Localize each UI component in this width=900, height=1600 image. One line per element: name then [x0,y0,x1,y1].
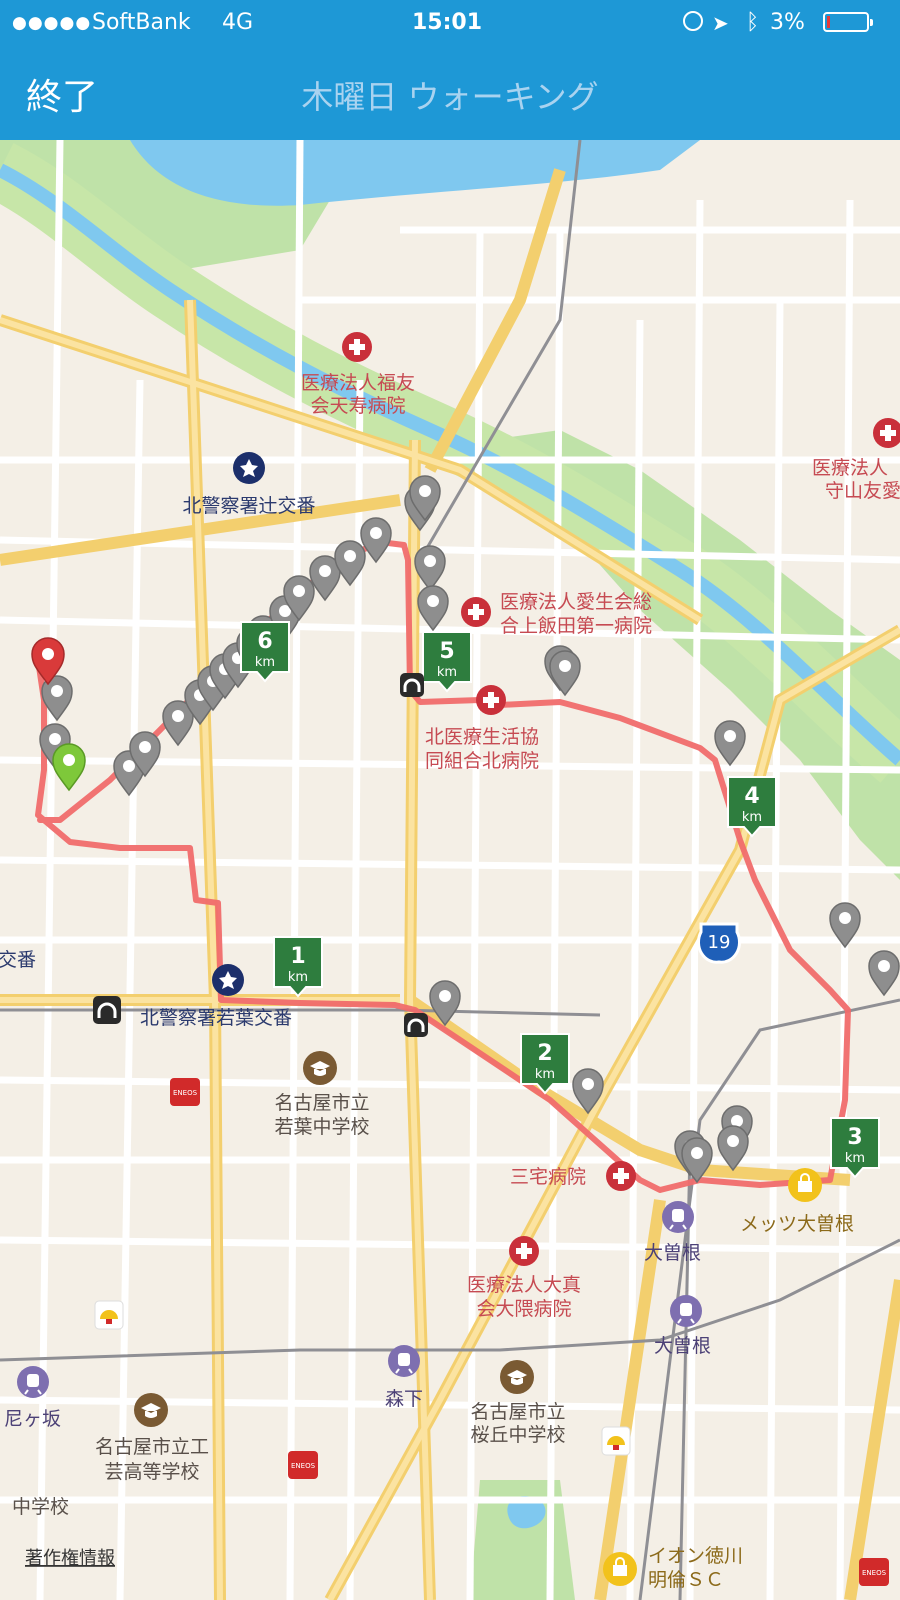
eneos-gas-station-icon: ENEOS [170,1078,200,1106]
shopping-bag-icon [788,1168,822,1202]
km-marker: 2km [520,1033,570,1095]
navigation-bar: 終了 木曜日 ウォーキング [0,46,900,140]
school-icon [500,1360,534,1394]
shop-label: イオン徳川 [648,1545,743,1567]
shopping-bag-icon [603,1552,637,1586]
hospital-icon [476,685,506,715]
battery-icon [823,12,873,32]
train-station-icon [662,1201,694,1233]
hospital-label: 医療法人大真 [467,1274,581,1296]
shell-gas-station-icon [94,1300,124,1330]
station-label: 尼ヶ坂 [4,1408,61,1430]
hospital-icon [509,1236,539,1266]
hospital-label: 医療法人愛生会総 [500,591,652,613]
hospital-label: 合上飯田第一病院 [500,615,652,637]
school-label: 中学校 [12,1496,69,1518]
location-arrow-icon: ➤ [712,11,729,35]
route-shield-icon: 19 [696,922,742,964]
km-marker-value: 2 [537,1041,552,1066]
train-station-icon [670,1295,702,1327]
km-marker-unit: km [255,655,275,670]
km-marker: 5km [422,631,472,693]
hospital-label: 医療法人福友 [301,372,415,394]
hospital-label: 守山友愛 [825,480,900,502]
km-marker-unit: km [535,1067,555,1082]
km-marker-unit: km [288,970,308,985]
km-marker-unit: km [742,810,762,825]
shop-label: メッツ大曽根 [740,1213,854,1235]
svg-text:ENEOS: ENEOS [291,1462,316,1470]
hospital-icon [606,1161,636,1191]
school-label: 芸高等学校 [104,1461,199,1483]
carrier-name: SoftBank [92,10,191,35]
copyright-link[interactable]: 著作権情報 [25,1548,115,1569]
school-label: 名古屋市立工 [95,1436,209,1458]
status-bar: ●●●●● SoftBank 4G 15:01 ➤ ᛒ 3% [0,0,900,46]
km-marker-value: 6 [257,629,272,654]
eneos-gas-station-icon: ENEOS [859,1558,889,1586]
network-type: 4G [222,10,254,35]
signal-strength-icon: ●●●●● [12,13,92,33]
map-view[interactable]: 1 km 2 km 3 km 4 km 5 km 6 km ENEOS ENEO… [0,140,900,1600]
train-station-icon [17,1366,49,1398]
km-marker: 6km [240,621,290,683]
map-canvas[interactable]: 1km2km3km4km5km6km ENEOS ENEOS ENEOS 19 … [0,140,900,1600]
shop-label: 明倫ＳＣ [648,1569,724,1591]
school-label: 名古屋市立 [274,1092,369,1114]
school-label: 名古屋市立 [470,1401,565,1423]
clock: 15:01 [412,10,483,35]
school-label: 若葉中学校 [274,1116,369,1138]
km-marker-unit: km [437,665,457,680]
station-label: 森下 [385,1388,423,1410]
underpass-icon [400,673,424,697]
battery-percent: 3% [770,10,805,35]
hospital-label: 会天寿病院 [310,395,405,417]
police-label: 北警察署若葉交番 [140,1007,292,1029]
hospital-label: 医療法人 [812,457,888,479]
school-label: 桜丘中学校 [470,1424,565,1446]
shell-gas-station-icon [601,1426,631,1456]
km-marker-value: 5 [439,639,454,664]
hospital-label: 会大隈病院 [476,1298,571,1320]
school-icon [134,1393,168,1427]
km-marker: 3km [830,1117,880,1179]
hospital-label: 三宅病院 [510,1166,586,1188]
police-label: 北警察署辻交番 [182,495,315,517]
underpass-icon [93,996,121,1024]
hospital-icon [342,332,372,362]
orientation-lock-icon [683,11,703,31]
bluetooth-icon: ᛒ [746,10,760,35]
km-marker-value: 4 [744,784,759,809]
svg-text:ENEOS: ENEOS [173,1089,198,1097]
km-marker-value: 3 [847,1125,862,1150]
km-marker-unit: km [845,1151,865,1166]
station-label: 大曽根 [644,1242,701,1264]
train-station-icon [388,1345,420,1377]
svg-text:ENEOS: ENEOS [862,1569,887,1577]
hospital-label: 北医療生活協 [425,726,539,748]
police-label: 交番 [0,949,36,971]
workout-title: 木曜日 ウォーキング [301,78,599,116]
eneos-gas-station-icon: ENEOS [288,1451,318,1479]
hospital-label: 同組合北病院 [425,750,539,772]
station-label: 大曽根 [654,1335,711,1357]
km-marker: 4km [727,776,777,838]
svg-text:19: 19 [708,932,731,953]
km-marker-value: 1 [290,944,305,969]
hospital-icon [461,597,491,627]
school-icon [303,1051,337,1085]
police-icon [233,452,265,484]
km-marker: 1km [273,936,323,998]
underpass-icon [404,1013,428,1037]
police-icon [212,964,244,996]
